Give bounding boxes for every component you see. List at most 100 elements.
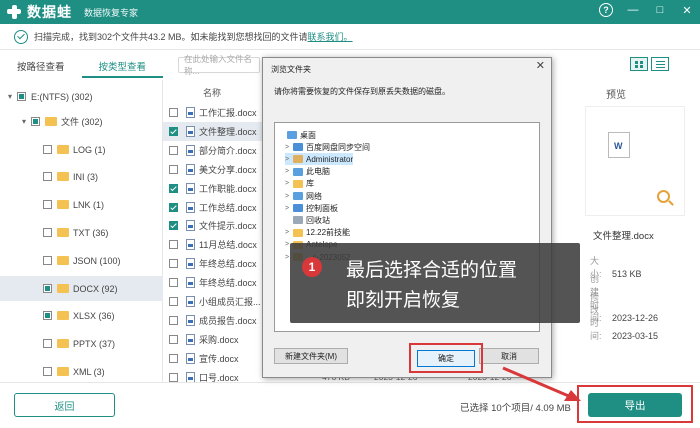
folder-tree-item[interactable]: > 库	[285, 178, 314, 190]
tree-checkbox[interactable]	[43, 256, 52, 265]
expand-caret-icon[interactable]: >	[285, 205, 293, 212]
file-checkbox[interactable]	[169, 164, 178, 174]
tree-checkbox[interactable]	[43, 284, 52, 293]
file-checkbox[interactable]	[169, 183, 178, 193]
close-icon[interactable]: ✕	[680, 3, 694, 17]
tree-item[interactable]: INI (3)	[34, 164, 98, 189]
file-row[interactable]: 文件整理.docx	[163, 121, 263, 141]
file-row[interactable]: 美文分享.docx	[163, 160, 263, 179]
expand-caret-icon[interactable]: >	[285, 144, 293, 151]
expand-caret-icon[interactable]: >	[285, 229, 293, 236]
file-row[interactable]: 部分简介.docx	[163, 141, 263, 160]
tree-item[interactable]: XLSX (36)	[34, 303, 115, 328]
file-name: 年终总结.docx	[199, 259, 257, 270]
folder-tree-item[interactable]: > 百度网盘同步空间	[285, 141, 370, 153]
expand-caret-icon[interactable]: >	[285, 156, 293, 163]
folder-icon	[293, 167, 303, 176]
file-checkbox[interactable]	[169, 259, 178, 269]
export-button[interactable]: 导出	[588, 393, 682, 417]
list-view-icon[interactable]	[651, 57, 669, 71]
file-row[interactable]: 年终总结.docx	[163, 273, 263, 292]
tree-item[interactable]: LOG (1)	[34, 137, 106, 162]
folder-tree-item[interactable]: >12.22前技能	[285, 227, 350, 239]
tree-checkbox[interactable]	[43, 172, 52, 181]
expand-caret-icon[interactable]: >	[285, 168, 293, 175]
tree-item[interactable]: TXT (36)	[34, 220, 108, 245]
tree-item-label: 文件 (302)	[61, 117, 103, 127]
file-checkbox[interactable]	[169, 297, 178, 306]
file-row[interactable]: 文件提示.docx	[163, 216, 263, 235]
folder-tree-item[interactable]: 回收站	[285, 214, 330, 226]
ok-button[interactable]: 确定	[417, 350, 475, 367]
folder-icon	[293, 143, 303, 152]
file-checkbox[interactable]	[169, 353, 178, 363]
tree-item[interactable]: DOCX (92)	[0, 276, 163, 301]
tree-item[interactable]: XML (3)	[34, 359, 105, 384]
file-row[interactable]: 工作职能.docx	[163, 179, 263, 198]
tree-item-label: XML (3)	[73, 366, 105, 377]
tree-checkbox[interactable]	[31, 117, 40, 126]
file-checkbox[interactable]	[169, 315, 178, 325]
folder-tree-item[interactable]: > 网络	[285, 190, 322, 202]
expand-caret-icon[interactable]: >	[285, 193, 293, 200]
tree-item[interactable]: ▾ 文件 (302)	[22, 109, 103, 134]
zoom-icon[interactable]	[657, 190, 670, 203]
folder-tree-label: Administrator	[306, 154, 354, 164]
expand-caret-icon[interactable]: ▾	[8, 92, 17, 101]
minimize-icon[interactable]: —	[626, 3, 640, 17]
tab-by-type[interactable]: 按类型查看	[81, 58, 163, 78]
folder-tree-item[interactable]: 桌面	[279, 129, 316, 141]
tree-item[interactable]: JSON (100)	[34, 248, 121, 273]
app-subtitle: 数据恢复专家	[84, 7, 139, 18]
file-row[interactable]: 年终总结.docx	[163, 254, 263, 273]
file-row[interactable]: 成员报告.docx	[163, 311, 263, 330]
pointer-arrow-icon	[502, 366, 581, 401]
file-checkbox[interactable]	[169, 108, 178, 117]
tree-checkbox[interactable]	[43, 145, 52, 154]
tree-checkbox[interactable]	[43, 200, 52, 209]
tree-checkbox[interactable]	[43, 367, 52, 376]
tree-item[interactable]: ▾ E:(NTFS) (302)	[8, 84, 93, 109]
file-row[interactable]: 采购.docx	[163, 330, 263, 349]
tree-item[interactable]: LNK (1)	[34, 192, 104, 217]
tree-checkbox[interactable]	[43, 339, 52, 348]
export-highlight-frame: 导出	[577, 385, 693, 423]
expand-caret-icon[interactable]: >	[285, 180, 293, 187]
file-name: 采购.docx	[199, 334, 239, 345]
file-checkbox[interactable]	[169, 240, 178, 250]
file-checkbox[interactable]	[169, 221, 178, 231]
file-row[interactable]: 小组成员汇报...	[163, 292, 263, 311]
file-checkbox[interactable]	[169, 372, 178, 382]
tab-by-path[interactable]: 按路径查看	[0, 58, 82, 78]
grid-view-icon[interactable]	[630, 57, 648, 71]
folder-tree-item[interactable]: > 控制面板	[285, 202, 338, 214]
help-icon[interactable]: ?	[599, 3, 613, 17]
file-checkbox[interactable]	[169, 126, 178, 136]
file-row[interactable]: 11月总结.docx	[163, 235, 263, 254]
tree-checkbox[interactable]	[17, 92, 26, 101]
back-button[interactable]: 返回	[14, 393, 115, 417]
file-checkbox[interactable]	[169, 202, 178, 212]
file-checkbox[interactable]	[169, 278, 178, 288]
file-name: 11月总结.docx	[199, 240, 257, 251]
file-row[interactable]: 工作总结.docx	[163, 198, 263, 217]
tree-checkbox[interactable]	[43, 311, 52, 320]
expand-caret-icon[interactable]: ▾	[22, 117, 31, 126]
file-checkbox[interactable]	[169, 334, 178, 344]
tree-item[interactable]: PPTX (37)	[34, 331, 115, 356]
folder-icon	[57, 145, 69, 154]
file-checkbox[interactable]	[169, 145, 178, 155]
search-input[interactable]: 在此处输入文件名称...	[178, 54, 260, 76]
file-row[interactable]: 工作汇报.docx	[163, 103, 263, 122]
tree-checkbox[interactable]	[43, 228, 52, 237]
contact-us-link[interactable]: 联系我们。	[308, 32, 353, 42]
new-folder-button[interactable]: 新建文件夹(M)	[274, 348, 348, 364]
name-column-header[interactable]: 名称	[203, 86, 221, 99]
cancel-button[interactable]: 取消	[479, 348, 539, 364]
file-name: 小组成员汇报...	[199, 297, 261, 307]
dialog-close-icon[interactable]: ✕	[536, 59, 545, 72]
folder-tree-item[interactable]: > Administrator	[285, 153, 354, 166]
folder-tree-item[interactable]: > 此电脑	[285, 166, 330, 178]
restore-icon[interactable]: □	[653, 3, 667, 17]
file-row[interactable]: 宣传.docx	[163, 349, 263, 368]
